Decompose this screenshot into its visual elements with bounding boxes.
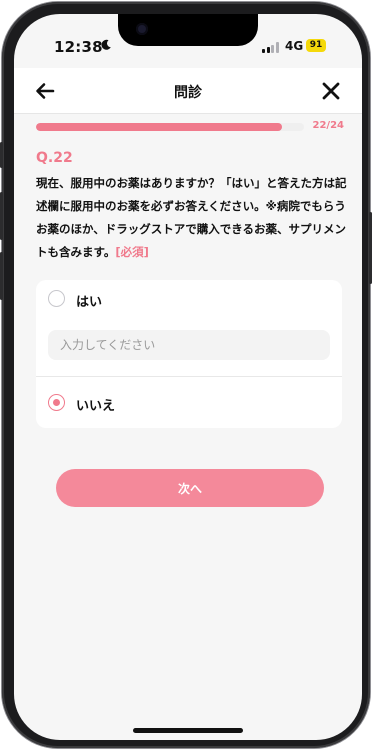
moon-icon [101,39,111,50]
network-type: 4G [285,39,304,53]
side-button [0,192,3,240]
option-yes[interactable]: はい [36,280,342,320]
signal-icon [262,42,279,53]
radio-no[interactable] [48,394,65,411]
progress-section: 22/24 [36,118,346,134]
notch [118,14,258,46]
phone-frame: 12:38 4G 91 問診 22/24 Q.22 現在、服用中のお薬はあります… [0,2,372,748]
question-number: Q.22 [36,150,73,166]
side-button [0,142,3,168]
camera [136,23,148,35]
page-title: 問診 [174,85,202,101]
option-no[interactable]: いいえ [36,384,342,424]
status-time: 12:38 [54,38,103,56]
required-badge: [必須] [115,245,149,259]
question-body: 現在、服用中のお薬はありますか？「はい」と答えた方は記述欄に服用中のお薬を必ずお… [36,176,347,259]
answer-card: はい いいえ [36,280,342,428]
option-no-label: いいえ [76,399,116,414]
side-button [0,252,3,300]
radio-yes[interactable] [48,290,65,307]
progress-count: 22/24 [312,120,344,131]
medication-input[interactable] [48,330,330,360]
divider [36,376,342,377]
next-button[interactable]: 次へ [56,469,324,507]
close-icon[interactable] [320,80,342,102]
question-text: 現在、服用中のお薬はありますか？「はい」と答えた方は記述欄に服用中のお薬を必ずお… [36,172,348,264]
app-header: 問診 [14,68,362,114]
option-yes-label: はい [76,295,103,310]
progress-bar [36,123,304,131]
screen: 12:38 4G 91 問診 22/24 Q.22 現在、服用中のお薬はあります… [14,14,362,740]
battery-icon: 91 [306,39,326,52]
home-indicator [133,728,243,733]
progress-fill [36,123,282,131]
